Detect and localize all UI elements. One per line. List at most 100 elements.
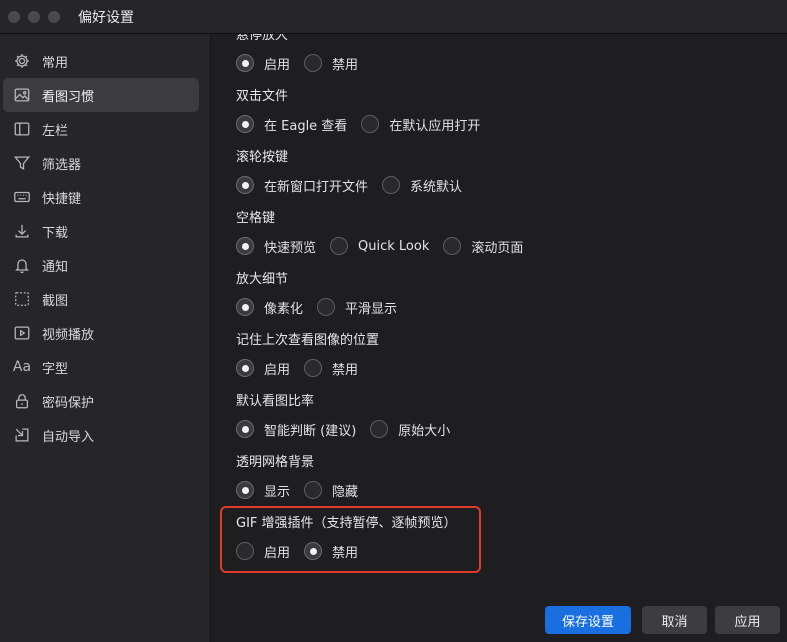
sidebar-item-label: 下载 bbox=[42, 225, 69, 241]
setting-title: 放大细节 bbox=[236, 272, 289, 287]
play-icon bbox=[12, 323, 32, 343]
sidebar-item-general[interactable]: 常用 bbox=[3, 44, 199, 78]
option-disable[interactable]: 禁用 bbox=[304, 359, 358, 378]
setting-title: 滚轮按键 bbox=[236, 150, 289, 165]
option-disable[interactable]: 禁用 bbox=[304, 54, 358, 73]
radio-checked[interactable] bbox=[236, 481, 254, 499]
apply-button[interactable]: 应用 bbox=[715, 606, 780, 634]
option-enable[interactable]: 启用 bbox=[236, 542, 290, 561]
setting-zoom-detail: 放大细节 像素化 平滑显示 bbox=[236, 270, 411, 318]
minimize-window-button[interactable] bbox=[28, 10, 40, 23]
option-smart[interactable]: 智能判断 (建议) bbox=[236, 420, 356, 439]
option-open-default-app[interactable]: 在默认应用打开 bbox=[361, 115, 480, 134]
setting-title: 透明网格背景 bbox=[236, 455, 315, 470]
screenshot-icon bbox=[12, 289, 32, 309]
setting-space-key: 空格键 快速预览 Quick Look 滚动页面 bbox=[236, 209, 537, 257]
radio-unchecked[interactable] bbox=[236, 542, 254, 560]
option-scroll-page[interactable]: 滚动页面 bbox=[443, 237, 523, 256]
radio-checked[interactable] bbox=[236, 298, 254, 316]
sidebar-item-notifications[interactable]: 通知 bbox=[3, 248, 199, 282]
radio-checked[interactable] bbox=[236, 115, 254, 133]
sidebar-item-label: 常用 bbox=[42, 55, 69, 71]
settings-panel: 悬停放大 启用 禁用 双击文件 在 Eagle 查看 在默认应用打开 滚轮按键 … bbox=[212, 34, 787, 642]
radio-checked[interactable] bbox=[236, 237, 254, 255]
sidebar-layout-icon bbox=[12, 119, 32, 139]
radio-unchecked[interactable] bbox=[382, 176, 401, 194]
sidebar-item-label: 字型 bbox=[42, 361, 69, 377]
option-quick-look[interactable]: Quick Look bbox=[330, 237, 429, 255]
option-original-size[interactable]: 原始大小 bbox=[370, 420, 450, 439]
sidebar-item-filter[interactable]: 筛选器 bbox=[3, 146, 199, 180]
sidebar-item-screenshot[interactable]: 截图 bbox=[3, 282, 199, 316]
setting-gif-plugin: GIF 增强插件（支持暂停、逐帧预览） 启用 禁用 bbox=[236, 514, 457, 562]
radio-unchecked[interactable] bbox=[361, 115, 380, 133]
sidebar-item-label: 看图习惯 bbox=[42, 89, 95, 105]
radio-unchecked[interactable] bbox=[304, 359, 323, 377]
setting-double-click-file: 双击文件 在 Eagle 查看 在默认应用打开 bbox=[236, 87, 494, 135]
import-icon bbox=[12, 425, 32, 445]
sidebar-item-label: 截图 bbox=[42, 293, 69, 309]
image-icon bbox=[12, 85, 32, 105]
sidebar-item-label: 密码保护 bbox=[42, 395, 95, 411]
option-smooth[interactable]: 平滑显示 bbox=[317, 298, 397, 317]
setting-title: 空格键 bbox=[236, 211, 276, 226]
radio-checked[interactable] bbox=[236, 359, 254, 377]
setting-title: 双击文件 bbox=[236, 89, 289, 104]
option-show[interactable]: 显示 bbox=[236, 481, 290, 500]
setting-scroll-wheel-button: 滚轮按键 在新窗口打开文件 系统默认 bbox=[236, 148, 476, 196]
option-pixelated[interactable]: 像素化 bbox=[236, 298, 303, 317]
radio-checked[interactable] bbox=[236, 176, 254, 194]
gear-icon bbox=[12, 51, 32, 71]
radio-unchecked[interactable] bbox=[443, 237, 462, 255]
setting-default-view-ratio: 默认看图比率 智能判断 (建议) 原始大小 bbox=[236, 392, 464, 440]
sidebar-item-label: 视频播放 bbox=[42, 327, 95, 343]
option-system-default[interactable]: 系统默认 bbox=[382, 176, 462, 195]
option-quick-preview[interactable]: 快速预览 bbox=[236, 237, 316, 256]
sidebar-item-shortcuts[interactable]: 快捷键 bbox=[3, 180, 199, 214]
close-window-button[interactable] bbox=[8, 10, 20, 23]
sidebar-item-font[interactable]: Aa 字型 bbox=[3, 350, 199, 384]
setting-hover-zoom: 悬停放大 启用 禁用 bbox=[236, 34, 372, 74]
sidebar-item-label: 左栏 bbox=[42, 123, 69, 139]
radio-unchecked[interactable] bbox=[317, 298, 336, 316]
sidebar-item-download[interactable]: 下载 bbox=[3, 214, 199, 248]
keyboard-icon bbox=[12, 187, 32, 207]
sidebar: 常用 看图习惯 左栏 筛选器 快捷键 下载 通知 截图 视频播放 Aa 字型 密… bbox=[0, 34, 211, 642]
option-enable[interactable]: 启用 bbox=[236, 54, 290, 73]
window-controls bbox=[8, 10, 60, 23]
radio-checked[interactable] bbox=[304, 542, 323, 560]
sidebar-item-auto-import[interactable]: 自动导入 bbox=[3, 418, 199, 452]
save-settings-button[interactable]: 保存设置 bbox=[545, 606, 631, 634]
filter-icon bbox=[12, 153, 32, 173]
setting-transparent-grid: 透明网格背景 显示 隐藏 bbox=[236, 453, 372, 501]
sidebar-item-label: 筛选器 bbox=[42, 157, 82, 173]
setting-title: 记住上次查看图像的位置 bbox=[236, 333, 380, 348]
sidebar-item-label: 自动导入 bbox=[42, 429, 95, 445]
lock-icon bbox=[12, 391, 32, 411]
sidebar-item-label: 快捷键 bbox=[42, 191, 82, 207]
option-hide[interactable]: 隐藏 bbox=[304, 481, 358, 500]
option-enable[interactable]: 启用 bbox=[236, 359, 290, 378]
radio-unchecked[interactable] bbox=[330, 237, 349, 255]
zoom-window-button[interactable] bbox=[48, 10, 60, 23]
radio-checked[interactable] bbox=[236, 420, 254, 438]
option-open-new-window[interactable]: 在新窗口打开文件 bbox=[236, 176, 368, 195]
radio-checked[interactable] bbox=[236, 54, 254, 72]
download-icon bbox=[12, 221, 32, 241]
title-bar: 偏好设置 bbox=[0, 0, 787, 34]
sidebar-item-left-panel[interactable]: 左栏 bbox=[3, 112, 199, 146]
setting-title: 悬停放大 bbox=[236, 34, 289, 43]
font-icon: Aa bbox=[12, 359, 32, 375]
radio-unchecked[interactable] bbox=[304, 481, 323, 499]
option-view-in-eagle[interactable]: 在 Eagle 查看 bbox=[236, 115, 347, 134]
radio-unchecked[interactable] bbox=[304, 54, 323, 72]
radio-unchecked[interactable] bbox=[370, 420, 389, 438]
window-title: 偏好设置 bbox=[78, 9, 134, 26]
setting-remember-position: 记住上次查看图像的位置 启用 禁用 bbox=[236, 331, 379, 379]
setting-title: GIF 增强插件（支持暂停、逐帧预览） bbox=[236, 516, 457, 531]
cancel-button[interactable]: 取消 bbox=[642, 606, 707, 634]
sidebar-item-video-playback[interactable]: 视频播放 bbox=[3, 316, 199, 350]
sidebar-item-viewing-habits[interactable]: 看图习惯 bbox=[3, 78, 199, 112]
sidebar-item-password-protection[interactable]: 密码保护 bbox=[3, 384, 199, 418]
option-disable[interactable]: 禁用 bbox=[304, 542, 358, 561]
